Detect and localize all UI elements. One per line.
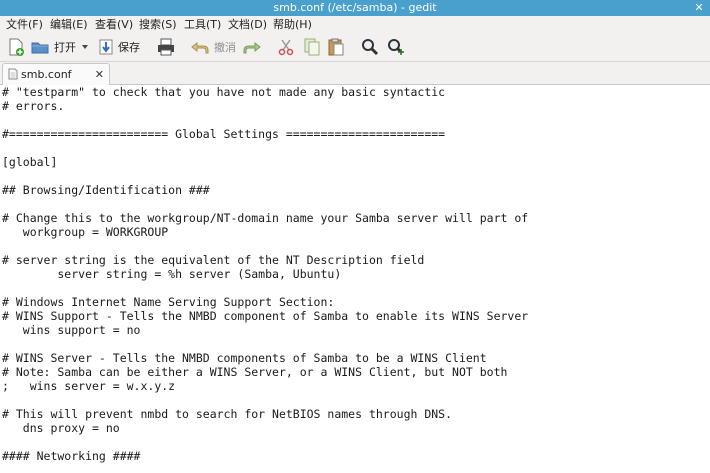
editor-line: # "testparm" to check that you have not …: [2, 85, 446, 99]
menu-search[interactable]: 搜索(S): [139, 16, 177, 33]
editor-line: # server string is the equivalent of the…: [2, 253, 425, 267]
save-label: 保存: [118, 41, 140, 54]
editor-line: # WINS Support - Tells the NMBD componen…: [2, 309, 529, 323]
undo-label: 撤消: [214, 41, 236, 54]
redo-icon: [243, 41, 261, 54]
editor-line: # Note: Samba can be either a WINS Serve…: [2, 365, 508, 379]
editor-line: #======================= Global Settings…: [2, 127, 446, 141]
editor-line: # This will prevent nmbd to search for N…: [2, 407, 453, 421]
undo-icon: [191, 41, 209, 54]
dropdown-arrow-icon: [82, 45, 88, 49]
tab-close-button[interactable]: ✕: [95, 64, 104, 85]
replace-icon: [388, 39, 404, 55]
copy-icon: [304, 38, 320, 56]
editor-line: dns proxy = no: [2, 421, 120, 435]
editor-line: ## Browsing/Identification ###: [2, 183, 210, 197]
window-close-button[interactable]: ✕: [692, 1, 706, 15]
window-title: smb.conf (/etc/samba) - gedit: [273, 1, 437, 14]
text-file-icon: [8, 68, 18, 80]
editor-line: # Windows Internet Name Serving Support …: [2, 295, 335, 309]
print-button[interactable]: [156, 37, 176, 57]
save-button[interactable]: 保存: [98, 37, 140, 57]
tab-smb-conf[interactable]: smb.conf ✕: [2, 63, 110, 85]
redo-button[interactable]: [242, 37, 262, 57]
editor-line: # Change this to the workgroup/NT-domain…: [2, 211, 529, 225]
menu-help[interactable]: 帮助(H): [273, 16, 312, 33]
document-tab-bar: smb.conf ✕: [0, 62, 710, 85]
menu-bar: 文件(F) 编辑(E) 查看(V) 搜索(S) 工具(T) 文档(D) 帮助(H…: [0, 16, 710, 33]
title-bar: smb.conf (/etc/samba) - gedit ✕: [0, 0, 710, 16]
tab-label: smb.conf: [21, 68, 72, 81]
toolbar: 打开 保存 撤消: [0, 33, 710, 62]
open-recent-dropdown[interactable]: [80, 37, 90, 57]
editor-line: # errors.: [2, 99, 65, 113]
menu-documents[interactable]: 文档(D): [228, 16, 267, 33]
search-icon: [362, 39, 379, 56]
undo-button[interactable]: 撤消: [190, 37, 236, 57]
new-document-button[interactable]: [6, 37, 26, 57]
menu-edit[interactable]: 编辑(E): [50, 16, 88, 33]
print-icon: [158, 38, 174, 56]
open-button[interactable]: 打开: [30, 37, 76, 57]
copy-button[interactable]: [302, 37, 322, 57]
text-editor[interactable]: # "testparm" to check that you have not …: [0, 85, 710, 473]
editor-line: #### Networking ####: [2, 449, 141, 463]
new-document-icon: [9, 38, 24, 56]
editor-line: workgroup = WORKGROUP: [2, 225, 169, 239]
menu-view[interactable]: 查看(V): [95, 16, 133, 33]
editor-line: server string = %h server (Samba, Ubuntu…: [2, 267, 342, 281]
replace-button[interactable]: [386, 37, 406, 57]
editor-line: ; wins server = w.x.y.z: [2, 379, 176, 393]
menu-tools[interactable]: 工具(T): [184, 16, 221, 33]
cut-button[interactable]: [276, 37, 296, 57]
open-folder-icon: [31, 42, 49, 54]
editor-line: wins support = no: [2, 323, 141, 337]
cut-icon: [278, 39, 294, 56]
editor-line: [global]: [2, 155, 58, 169]
menu-file[interactable]: 文件(F): [6, 16, 43, 33]
save-icon: [99, 39, 113, 55]
search-button[interactable]: [360, 37, 380, 57]
open-label: 打开: [54, 41, 76, 54]
paste-button[interactable]: [326, 37, 346, 57]
paste-icon: [328, 38, 344, 56]
editor-line: # WINS Server - Tells the NMBD component…: [2, 351, 487, 365]
